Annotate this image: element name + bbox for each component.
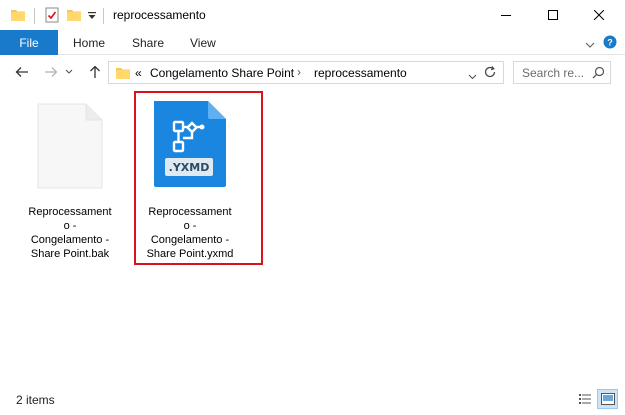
- file-list-pane[interactable]: Reprocessament o - Congelamento - Share …: [0, 89, 625, 384]
- address-bar[interactable]: « Congelamento Share Point › reprocessam…: [108, 61, 504, 84]
- tab-file[interactable]: File: [0, 30, 58, 55]
- breadcrumb-congelamento[interactable]: Congelamento Share Point: [150, 66, 294, 80]
- customize-toolbar-dropdown-icon[interactable]: [87, 10, 97, 24]
- breadcrumb-reprocessamento[interactable]: reprocessamento: [314, 66, 407, 80]
- title-bar: reprocessamento: [0, 0, 625, 32]
- properties-checkmark-icon[interactable]: [44, 7, 60, 26]
- file-item-bak[interactable]: Reprocessament o - Congelamento - Share …: [11, 99, 129, 260]
- tab-share[interactable]: Share: [132, 36, 164, 50]
- ribbon-tabs: File Home Share View ?: [0, 30, 625, 55]
- search-icon[interactable]: [592, 66, 605, 82]
- chevron-down-icon: [65, 69, 73, 74]
- folder-icon[interactable]: [10, 7, 26, 26]
- new-folder-icon[interactable]: [66, 7, 82, 26]
- minimize-icon: [501, 15, 511, 16]
- toolbar-separator: [34, 8, 35, 24]
- maximize-icon: [548, 10, 558, 20]
- address-overflow[interactable]: «: [135, 66, 142, 80]
- item-count: 2 items: [16, 393, 55, 407]
- window-title: reprocessamento: [113, 8, 206, 22]
- help-icon[interactable]: ?: [603, 35, 617, 52]
- forward-button[interactable]: [40, 61, 62, 83]
- forward-arrow-icon: [45, 67, 58, 77]
- maximize-button[interactable]: [530, 0, 576, 30]
- tab-view[interactable]: View: [190, 36, 216, 50]
- navigation-bar: « Congelamento Share Point › reprocessam…: [0, 55, 625, 89]
- up-arrow-icon: [90, 65, 100, 78]
- expand-ribbon-chevron-icon[interactable]: [585, 38, 595, 52]
- back-arrow-icon: [15, 67, 28, 77]
- refresh-icon[interactable]: [483, 65, 497, 82]
- details-view-icon[interactable]: [578, 392, 592, 409]
- back-button[interactable]: [11, 61, 33, 83]
- close-button[interactable]: [576, 0, 622, 30]
- file-name-label: Reprocessament o - Congelamento - Share …: [28, 206, 112, 260]
- breadcrumb-separator-icon[interactable]: ›: [297, 65, 301, 79]
- folder-icon: [115, 65, 131, 84]
- status-bar: 2 items: [0, 384, 625, 415]
- recent-locations-button[interactable]: [62, 61, 76, 83]
- selected-item-highlight: [134, 91, 263, 265]
- tab-home[interactable]: Home: [73, 36, 105, 50]
- svg-text:?: ?: [607, 38, 613, 48]
- minimize-button[interactable]: [483, 0, 529, 30]
- large-icons-view-icon[interactable]: [597, 389, 618, 409]
- search-input[interactable]: Search re...: [522, 66, 584, 80]
- close-icon: [594, 10, 604, 20]
- search-box[interactable]: Search re...: [513, 61, 611, 84]
- up-button[interactable]: [84, 61, 106, 83]
- generic-file-icon: [37, 103, 103, 192]
- address-dropdown-icon[interactable]: [468, 69, 477, 83]
- title-separator: [103, 8, 104, 24]
